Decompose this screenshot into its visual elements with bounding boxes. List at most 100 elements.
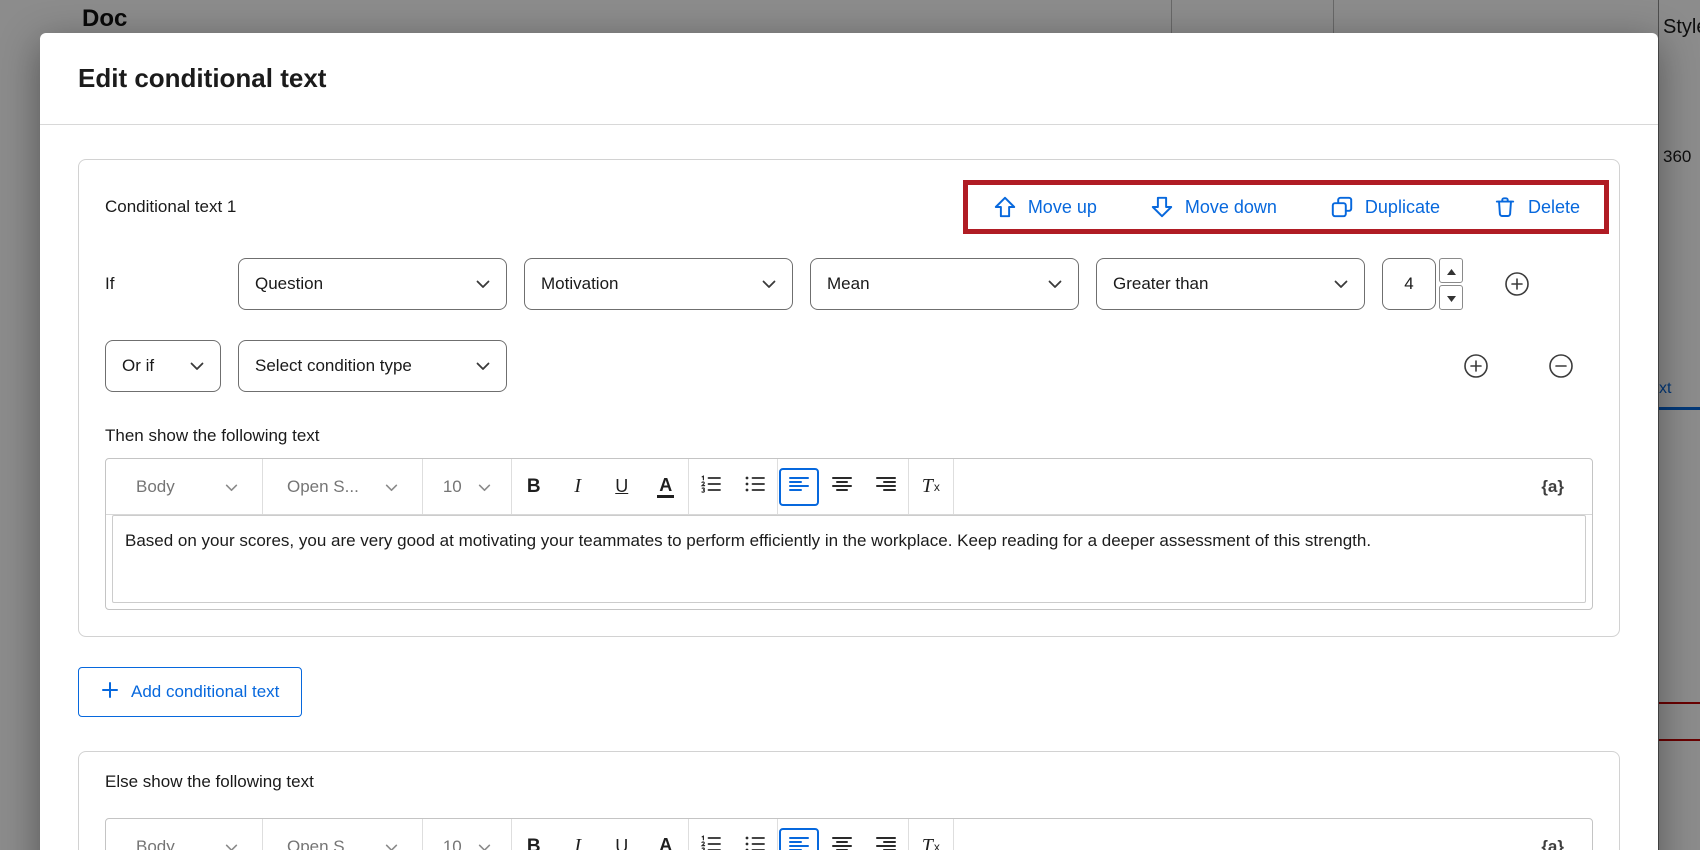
text-color-letter: A bbox=[657, 836, 674, 850]
then-label: Then show the following text bbox=[105, 426, 1593, 446]
align-right-button[interactable] bbox=[865, 466, 907, 508]
toolbar-separator bbox=[953, 459, 954, 514]
condition-field-value: Motivation bbox=[541, 274, 618, 294]
paragraph-style-dropdown[interactable]: Body bbox=[112, 459, 262, 515]
underline-button[interactable]: U bbox=[601, 826, 643, 850]
delete-button[interactable]: Delete bbox=[1492, 194, 1580, 220]
decrement-button[interactable] bbox=[1439, 285, 1463, 310]
ordered-list-button[interactable] bbox=[690, 466, 732, 508]
toolbar-separator bbox=[511, 459, 512, 514]
piped-text-button[interactable]: {a} bbox=[1541, 837, 1586, 850]
delete-label: Delete bbox=[1528, 197, 1580, 218]
align-center-button[interactable] bbox=[821, 466, 863, 508]
value-steppers bbox=[1439, 258, 1463, 310]
bullet-list-button[interactable] bbox=[734, 826, 776, 850]
text-color-button[interactable]: A bbox=[645, 826, 687, 850]
chevron-down-icon bbox=[762, 274, 776, 294]
edit-conditional-text-modal: Edit conditional text Conditional text 1… bbox=[40, 33, 1658, 850]
align-right-button[interactable] bbox=[865, 826, 907, 850]
chevron-down-icon bbox=[476, 274, 490, 294]
trash-icon bbox=[1492, 194, 1518, 220]
font-size-value: 10 bbox=[443, 477, 462, 497]
chevron-down-icon bbox=[478, 477, 491, 497]
condition-operator-dropdown[interactable]: Greater than bbox=[1096, 258, 1365, 310]
align-left-icon bbox=[789, 476, 809, 497]
paragraph-style-dropdown[interactable]: Body bbox=[112, 819, 262, 850]
editor-toolbar: Body Open S... 10 B I bbox=[106, 819, 1592, 850]
condition-operator-value: Greater than bbox=[1113, 274, 1208, 294]
bullet-list-icon bbox=[744, 835, 766, 850]
bullet-list-icon bbox=[744, 475, 766, 498]
action-bar-red-highlight: Move up Move down Duplicate bbox=[963, 180, 1609, 234]
conditional-text-title: Conditional text 1 bbox=[105, 197, 236, 217]
condition-field-dropdown[interactable]: Motivation bbox=[524, 258, 793, 310]
clear-formatting-button[interactable]: Tx bbox=[910, 826, 952, 850]
ordered-list-icon bbox=[700, 475, 722, 498]
condition-type-placeholder: Select condition type bbox=[255, 356, 412, 376]
align-left-button[interactable] bbox=[779, 828, 819, 850]
condition-scope-value: Question bbox=[255, 274, 323, 294]
toolbar-separator bbox=[908, 819, 909, 850]
clear-formatting-t: T bbox=[922, 475, 933, 498]
or-if-row: Or if Select condition type bbox=[105, 340, 1593, 392]
ordered-list-button[interactable] bbox=[690, 826, 732, 850]
toolbar-separator bbox=[688, 459, 689, 514]
condition-type-dropdown[interactable]: Select condition type bbox=[238, 340, 507, 392]
toolbar-separator bbox=[908, 459, 909, 514]
clear-formatting-t: T bbox=[922, 835, 933, 850]
move-down-button[interactable]: Move down bbox=[1149, 194, 1277, 220]
font-family-dropdown[interactable]: Open S... bbox=[263, 819, 422, 850]
clear-formatting-x: x bbox=[934, 840, 940, 850]
move-down-label: Move down bbox=[1185, 197, 1277, 218]
underline-button[interactable]: U bbox=[601, 466, 643, 508]
add-condition-row-button[interactable] bbox=[1462, 352, 1490, 380]
increment-button[interactable] bbox=[1439, 258, 1463, 283]
ordered-list-icon bbox=[700, 835, 722, 850]
paragraph-style-value: Body bbox=[136, 477, 175, 497]
font-size-dropdown[interactable]: 10 bbox=[423, 459, 511, 515]
chevron-down-icon bbox=[190, 356, 204, 376]
chevron-down-icon bbox=[1048, 274, 1062, 294]
add-condition-button[interactable] bbox=[1503, 270, 1531, 298]
toolbar-separator bbox=[777, 459, 778, 514]
font-size-value: 10 bbox=[443, 837, 462, 850]
editor-toolbar: Body Open S... 10 B I bbox=[106, 459, 1592, 515]
if-label: If bbox=[105, 274, 221, 294]
arrow-down-icon bbox=[1149, 194, 1175, 220]
duplicate-button[interactable]: Duplicate bbox=[1329, 194, 1440, 220]
chevron-down-icon bbox=[1334, 274, 1348, 294]
remove-condition-row-button[interactable] bbox=[1547, 352, 1575, 380]
font-family-dropdown[interactable]: Open S... bbox=[263, 459, 422, 515]
text-color-letter: A bbox=[657, 476, 674, 498]
toolbar-separator bbox=[953, 819, 954, 850]
add-conditional-text-button[interactable]: Add conditional text bbox=[78, 667, 302, 717]
align-left-button[interactable] bbox=[779, 468, 819, 506]
editor-content[interactable]: Based on your scores, you are very good … bbox=[112, 515, 1586, 603]
piped-text-button[interactable]: {a} bbox=[1541, 477, 1586, 497]
arrow-up-icon bbox=[992, 194, 1018, 220]
condition-scope-dropdown[interactable]: Question bbox=[238, 258, 507, 310]
chevron-down-icon bbox=[478, 837, 491, 850]
condition-metric-dropdown[interactable]: Mean bbox=[810, 258, 1079, 310]
toolbar-separator bbox=[511, 819, 512, 850]
align-left-icon bbox=[789, 836, 809, 850]
triangle-down-icon bbox=[1447, 290, 1456, 305]
value-input[interactable]: 4 bbox=[1382, 258, 1436, 310]
bold-button[interactable]: B bbox=[513, 826, 555, 850]
italic-button[interactable]: I bbox=[557, 826, 599, 850]
align-right-icon bbox=[876, 836, 896, 850]
chevron-down-icon bbox=[385, 837, 398, 850]
bullet-list-button[interactable] bbox=[734, 466, 776, 508]
card-header-row: Conditional text 1 Move up Move down bbox=[105, 180, 1593, 234]
align-center-button[interactable] bbox=[821, 826, 863, 850]
bold-button[interactable]: B bbox=[513, 466, 555, 508]
italic-button[interactable]: I bbox=[557, 466, 599, 508]
plus-icon bbox=[101, 681, 119, 704]
or-if-value: Or if bbox=[122, 356, 154, 376]
text-color-button[interactable]: A bbox=[645, 466, 687, 508]
move-up-button[interactable]: Move up bbox=[992, 194, 1097, 220]
clear-formatting-button[interactable]: Tx bbox=[910, 466, 952, 508]
or-if-dropdown[interactable]: Or if bbox=[105, 340, 221, 392]
font-size-dropdown[interactable]: 10 bbox=[423, 819, 511, 850]
font-family-value: Open S... bbox=[287, 837, 359, 850]
